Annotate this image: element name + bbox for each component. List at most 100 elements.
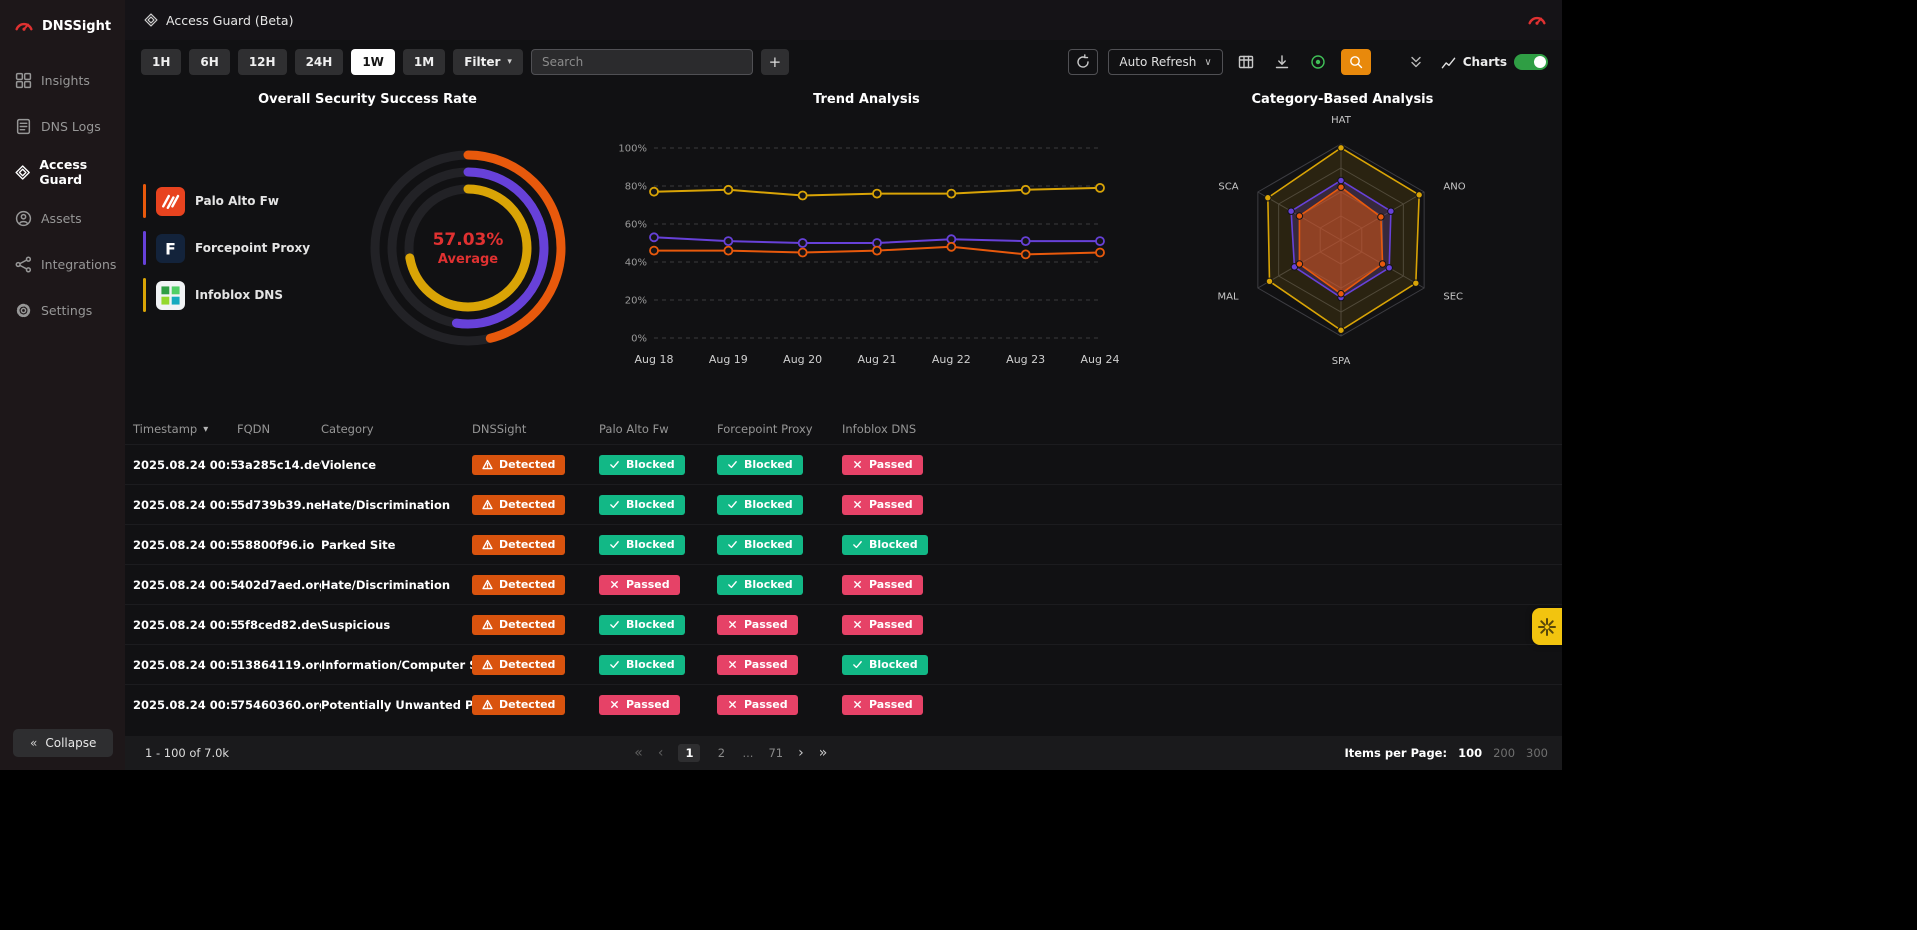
auto-refresh-dropdown[interactable]: Auto Refresh ∨ xyxy=(1108,49,1222,75)
page-size-option-100[interactable]: 100 xyxy=(1458,746,1482,760)
table-row[interactable]: 2025.08.24 00:59:1913864119.orgInformati… xyxy=(125,644,1562,684)
check-icon xyxy=(727,499,738,510)
sidebar-item-assets[interactable]: Assets xyxy=(0,195,125,241)
status-badge-passed: Passed xyxy=(842,495,923,515)
page-size-option-200[interactable]: 200 xyxy=(1493,746,1515,760)
status-badge-blocked: Blocked xyxy=(599,455,685,475)
legend-item-infoblox-dns[interactable]: Infoblox DNS xyxy=(143,278,310,312)
toolbar: 1H 6H 12H 24H 1W 1M Filter ▾ + Auto Refresh ∨ xyxy=(125,40,1562,84)
legend-item-forcepoint-proxy[interactable]: FForcepoint Proxy xyxy=(143,231,310,265)
legend-item-label: Infoblox DNS xyxy=(195,288,283,302)
cross-icon xyxy=(609,699,620,710)
sidebar: DNSSight InsightsDNS Logs Access Guard Ass… xyxy=(0,0,125,770)
column-header-label: Timestamp xyxy=(133,422,197,436)
page-size-option-300[interactable]: 300 xyxy=(1526,746,1548,760)
fqdn-cell: 3a285c14.dev xyxy=(237,458,321,472)
timestamp-cell: 2025.08.24 00:59:19 xyxy=(133,538,237,552)
svg-text:Aug 23: Aug 23 xyxy=(1006,353,1045,366)
svg-text:F: F xyxy=(165,239,176,258)
time-range-button-1h[interactable]: 1H xyxy=(141,49,181,75)
search-input[interactable] xyxy=(531,49,753,75)
column-header-label: Category xyxy=(321,422,374,436)
forcepoint-proxy-cell: Blocked xyxy=(717,455,842,475)
infoblox-dns-cell: Passed xyxy=(842,575,972,595)
table-row[interactable]: 2025.08.24 00:59:193a285c14.devViolenceD… xyxy=(125,444,1562,484)
table-row[interactable]: 2025.08.24 00:59:195d739b39.netHate/Disc… xyxy=(125,484,1562,524)
sidebar-item-access-guard[interactable]: Access Guard xyxy=(0,149,125,195)
previous-page-button[interactable]: ‹ xyxy=(658,745,664,761)
time-range-button-6h[interactable]: 6H xyxy=(189,49,229,75)
sidebar-item-settings[interactable]: Settings xyxy=(0,287,125,333)
status-badge-detected: Detected xyxy=(472,695,565,715)
deep-search-button[interactable] xyxy=(1341,49,1371,75)
feedback-widget-button[interactable] xyxy=(1532,608,1562,645)
fqdn-cell: 13864119.org xyxy=(237,658,321,672)
charts-toggle-group: Charts xyxy=(1441,54,1548,70)
status-badge-passed: Passed xyxy=(717,615,798,635)
infoblox-dns-cell: Passed xyxy=(842,495,972,515)
dnssight-cell: Detected xyxy=(472,615,599,635)
cross-icon xyxy=(852,619,863,630)
time-range-button-1w[interactable]: 1W xyxy=(351,49,395,75)
page-button-71[interactable]: 71 xyxy=(768,746,783,760)
column-header-fqdn: FQDN xyxy=(237,422,321,436)
warn-icon xyxy=(482,699,493,710)
status-badge-passed: Passed xyxy=(842,455,923,475)
legend-item-palo-alto-fw[interactable]: Palo Alto Fw xyxy=(143,184,310,218)
sidebar-item-integrations[interactable]: Integrations xyxy=(0,241,125,287)
page-button-2[interactable]: 2 xyxy=(715,746,727,760)
check-icon xyxy=(609,619,620,630)
forcepoint-proxy-cell: Passed xyxy=(717,615,842,635)
last-page-button[interactable]: » xyxy=(819,745,828,761)
live-pulse-button[interactable] xyxy=(1305,49,1331,75)
table-view-button[interactable] xyxy=(1233,49,1259,75)
app-logo: DNSSight xyxy=(0,0,125,53)
filter-label: Filter xyxy=(464,55,500,69)
cross-icon xyxy=(727,659,738,670)
table-row[interactable]: 2025.08.24 00:59:19402d7aed.orgHate/Disc… xyxy=(125,564,1562,604)
main-content: Access Guard (Beta) 1H6H12H24H1W1M Filte… xyxy=(125,0,1562,770)
first-page-button[interactable]: « xyxy=(634,745,643,761)
sidebar-item-label: Access Guard xyxy=(39,157,125,187)
refresh-button[interactable] xyxy=(1068,49,1098,75)
collapse-button[interactable]: « Collapse xyxy=(13,729,113,757)
status-badge-detected: Detected xyxy=(472,535,565,555)
table-row[interactable]: 2025.08.24 00:59:1958800f96.ioParked Sit… xyxy=(125,524,1562,564)
table-row[interactable]: 2025.08.24 00:59:1975460360.orgPotential… xyxy=(125,684,1562,724)
infoblox-icon xyxy=(156,281,185,310)
status-badge-blocked: Blocked xyxy=(717,575,803,595)
status-badge-blocked: Blocked xyxy=(717,495,803,515)
logs-icon xyxy=(15,118,32,135)
charts-toggle-switch[interactable] xyxy=(1514,54,1548,70)
filter-button[interactable]: Filter ▾ xyxy=(453,49,523,75)
collapse-charts-button[interactable] xyxy=(1403,49,1429,75)
time-range-button-1m[interactable]: 1M xyxy=(403,49,445,75)
column-header-timestamp: Timestamp ▾ xyxy=(133,422,237,436)
status-badge-detected: Detected xyxy=(472,455,565,475)
status-badge-blocked: Blocked xyxy=(717,535,803,555)
caret-down-icon: ▾ xyxy=(507,57,512,67)
status-badge-blocked: Blocked xyxy=(717,455,803,475)
check-icon xyxy=(609,659,620,670)
time-range-button-12h[interactable]: 12H xyxy=(238,49,287,75)
svg-text:ANO: ANO xyxy=(1443,182,1465,193)
category-cell: Suspicious xyxy=(321,618,472,632)
trend-chart-title: Trend Analysis xyxy=(610,92,1123,107)
double-chevron-down-icon xyxy=(1408,54,1424,70)
table-row[interactable]: 2025.08.24 00:59:195f8ced82.devSuspiciou… xyxy=(125,604,1562,644)
status-badge-blocked: Blocked xyxy=(842,655,928,675)
infoblox-dns-cell: Passed xyxy=(842,455,972,475)
add-filter-button[interactable]: + xyxy=(761,49,789,75)
column-header-label: FQDN xyxy=(237,422,270,436)
download-button[interactable] xyxy=(1269,49,1295,75)
page-button-1[interactable]: 1 xyxy=(678,744,700,762)
next-page-button[interactable]: › xyxy=(798,745,804,761)
infoblox-dns-cell: Blocked xyxy=(842,655,972,675)
time-range-button-24h[interactable]: 24H xyxy=(295,49,344,75)
sidebar-item-dns-logs[interactable]: DNS Logs xyxy=(0,103,125,149)
forcepoint-proxy-cell: Passed xyxy=(717,655,842,675)
sort-caret-icon[interactable]: ▾ xyxy=(203,424,208,435)
sidebar-item-insights[interactable]: Insights xyxy=(0,57,125,103)
legend-accent-bar xyxy=(143,278,146,312)
svg-text:Aug 21: Aug 21 xyxy=(857,353,896,366)
